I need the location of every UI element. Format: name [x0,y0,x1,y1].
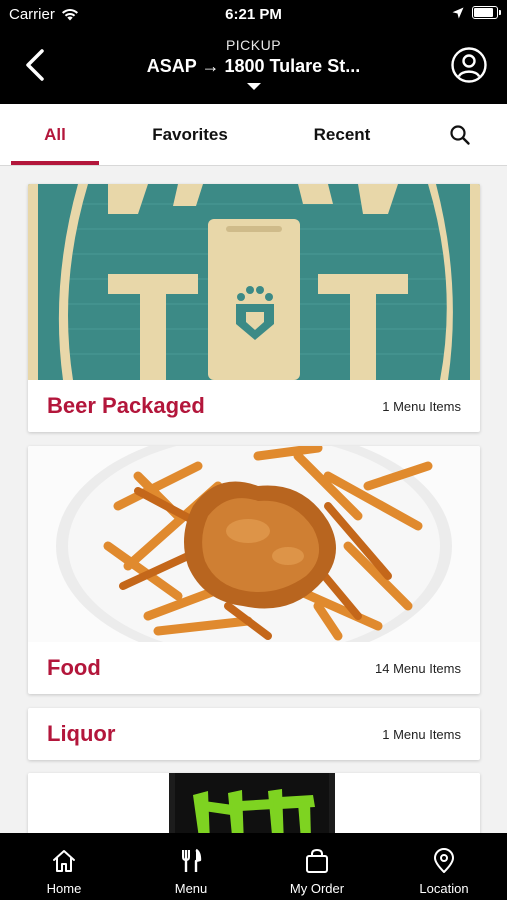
nav-label: My Order [289,881,345,896]
next-category-image [28,773,480,833]
category-title: Liquor [47,721,116,746]
category-title: Beer Packaged [47,393,205,418]
nav-label: Location [419,881,469,896]
nav-my-order[interactable]: My Order [267,833,367,900]
chevron-left-icon [26,49,44,81]
fork-knife-icon [182,848,202,872]
category-card-next[interactable] [28,773,480,833]
beer-category-image [28,184,480,380]
category-list: Beer Packaged 1 Menu Items Food 14 Menu … [0,166,507,833]
nav-home[interactable]: Home [14,833,114,900]
pickup-destination: ASAP → 1800 Tulare St... [146,56,361,76]
status-bar: Carrier 6:21 PM [0,0,507,28]
category-title: Food [47,655,101,680]
order-mode-label: PICKUP [225,37,282,53]
location-pin-icon [434,848,454,873]
category-item-count: 14 Menu Items [375,660,461,676]
category-card-food[interactable]: Food 14 Menu Items [28,446,480,694]
card-footer: Beer Packaged 1 Menu Items [28,380,480,432]
nav-menu[interactable]: Menu [141,833,241,900]
account-button[interactable] [450,46,488,84]
location-arrow-icon [452,7,464,18]
nav-location[interactable]: Location [394,833,494,900]
battery-fill [474,8,494,17]
category-item-count: 1 Menu Items [382,398,461,414]
tab-recent[interactable]: Recent [296,104,388,166]
category-card-beer-packaged[interactable]: Beer Packaged 1 Menu Items [28,184,480,432]
bottom-tab-bar: Home Menu My Order Location [0,833,507,900]
home-icon [53,850,75,872]
order-mode-selector[interactable]: PICKUP ASAP → 1800 Tulare St... [110,37,397,90]
card-footer: Liquor 1 Menu Items [28,708,480,760]
search-button[interactable] [449,124,471,146]
category-card-liquor[interactable]: Liquor 1 Menu Items [28,708,480,760]
nav-label: Home [46,881,82,896]
category-item-count: 1 Menu Items [382,726,461,742]
top-header: Carrier 6:21 PM PICKUP ASAP → 1800 Tular… [0,0,507,104]
back-button[interactable] [18,46,52,84]
search-icon [450,125,470,145]
caret-down-icon [246,83,261,90]
menu-tabs: All Favorites Recent [0,104,507,166]
tab-favorites[interactable]: Favorites [136,104,244,166]
nav-label: Menu [174,881,208,896]
status-right [452,6,501,19]
status-time: 6:21 PM [225,6,282,23]
food-category-image [28,446,480,642]
shopping-bag-icon [306,848,328,873]
tab-all[interactable]: All [11,104,99,166]
card-footer: Food 14 Menu Items [28,642,480,694]
user-circle-icon [451,47,487,83]
battery-icon [472,6,501,19]
